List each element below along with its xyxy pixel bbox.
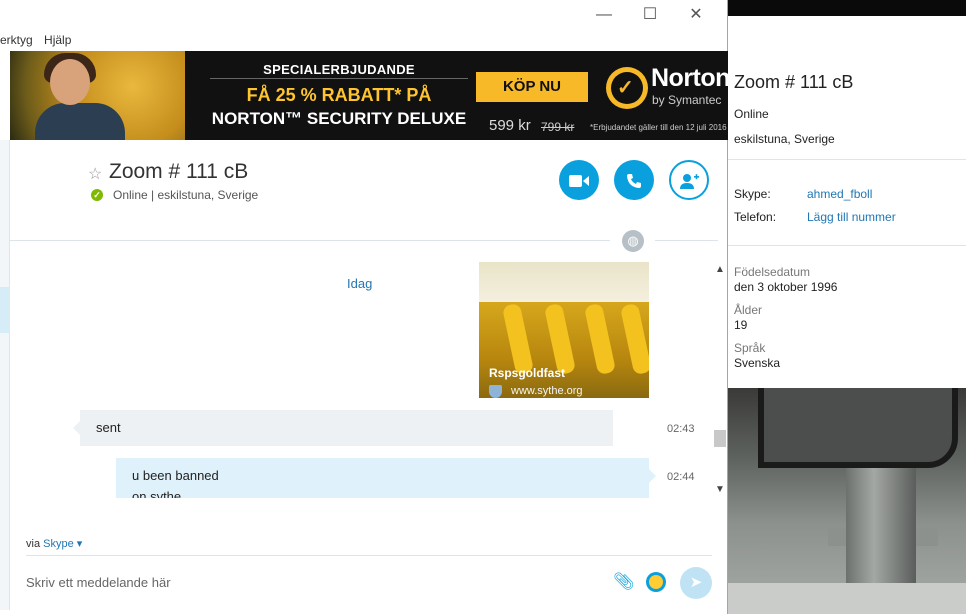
norton-check-icon: ✓	[606, 67, 648, 109]
video-camera-icon	[569, 175, 589, 188]
profile-language-label: Språk	[734, 341, 766, 355]
profile-birthdate-label: Födelsedatum	[734, 265, 811, 279]
ad-buy-button[interactable]: KÖP NU	[476, 72, 588, 102]
message-bubble-incoming[interactable]: sent	[73, 410, 613, 446]
window-controls: — ☐ ✕	[581, 5, 719, 25]
emoticon-icon[interactable]	[646, 572, 666, 592]
scrollbar-thumb[interactable]	[714, 430, 726, 447]
profile-divider	[728, 245, 966, 246]
ad-photo-person	[35, 103, 125, 140]
contact-profile-panel: Zoom # 111 cB Online eskilstuna, Sverige…	[728, 16, 966, 388]
emoticon-face	[649, 575, 663, 589]
audio-call-button[interactable]	[614, 160, 654, 200]
ad-product: NORTON™ SECURITY DELUXE	[211, 109, 467, 128]
video-call-button[interactable]	[559, 160, 599, 200]
via-service[interactable]: Skype	[43, 538, 74, 550]
minimize-button[interactable]: —	[581, 5, 627, 25]
profile-name: Zoom # 111 cB	[734, 72, 854, 92]
profile-age: 19	[734, 318, 748, 332]
profile-skype-label: Skype:	[734, 187, 771, 201]
profile-status: Online	[734, 107, 769, 121]
scroll-down-icon[interactable]: ▼	[715, 484, 725, 495]
message-text: u been banned	[132, 468, 219, 483]
header-divider	[10, 240, 610, 241]
scene-arch	[758, 388, 958, 468]
scroll-up-icon[interactable]: ▲	[715, 264, 725, 275]
background-top	[728, 0, 966, 16]
maximize-button[interactable]: ☐	[627, 5, 673, 25]
menu-item-tools[interactable]: erktyg	[0, 33, 33, 47]
add-phone-number-link[interactable]: Lägg till nummer	[807, 210, 896, 224]
link-preview-image-top	[479, 262, 649, 302]
profile-language: Svenska	[734, 356, 781, 370]
link-preview-card[interactable]: Rspsgoldfast www.sythe.org	[479, 262, 649, 398]
favorite-star-icon[interactable]: ☆	[88, 164, 102, 184]
status-separator: |	[151, 188, 155, 202]
add-person-icon	[680, 174, 699, 190]
profile-phone-label: Telefon:	[734, 210, 777, 224]
day-separator: Idag	[347, 276, 373, 291]
ad-photo	[10, 51, 185, 140]
menu-item-help[interactable]: Hjälp	[44, 33, 71, 47]
profile-birthdate: den 3 oktober 1996	[734, 280, 838, 294]
composer-divider	[26, 555, 712, 556]
selected-contact-highlight[interactable]	[0, 287, 10, 333]
ad-headline: SPECIALERBJUDANDE	[263, 62, 415, 77]
profile-skype-name[interactable]: ahmed_fboll	[807, 187, 872, 201]
attach-file-icon[interactable]: 📎︎	[613, 572, 635, 592]
profile-divider	[728, 159, 966, 160]
via-label: via	[26, 538, 41, 550]
via-selector[interactable]: via Skype ▾	[26, 537, 82, 550]
conversation-header: ☆ Zoom # 111 cB ✓ Online | eskilstuna, S…	[10, 140, 728, 240]
ad-price: 599 kr	[489, 117, 531, 134]
message-timestamp: 02:43	[667, 423, 695, 435]
contact-status: Online	[113, 188, 148, 202]
ad-photo-face	[50, 59, 90, 105]
message-text: on sythe	[132, 489, 182, 498]
ad-banner[interactable]: SPECIALERBJUDANDE FÅ 25 % RABATT* PÅ NOR…	[10, 51, 728, 140]
ad-divider	[210, 78, 468, 79]
contact-list-edge	[0, 140, 10, 610]
message-input[interactable]	[26, 570, 586, 594]
send-button[interactable]: ➤	[680, 567, 712, 599]
message-timestamp: 02:44	[667, 471, 695, 483]
add-people-button[interactable]	[669, 160, 709, 200]
ad-brand-sub: by Symantec	[652, 93, 722, 107]
ad-discount: FÅ 25 % RABATT* PÅ	[246, 85, 432, 105]
message-scrollbar[interactable]: ▲ ▼	[713, 262, 727, 498]
profile-age-label: Ålder	[734, 303, 763, 317]
online-status-icon: ✓	[91, 189, 103, 201]
message-history: Idag Rspsgoldfast www.sythe.org sent 02:…	[10, 252, 713, 498]
ad-brand: Norton	[651, 64, 728, 92]
message-bubble-outgoing[interactable]: u been banned on sythe	[116, 458, 656, 498]
background-scene	[728, 388, 966, 614]
phone-icon	[627, 174, 641, 189]
ad-disclaimer: *Erbjudandet gäller till den 12 juli 201…	[590, 123, 727, 132]
scene-floor	[728, 583, 966, 614]
link-preview-site: www.sythe.org	[511, 385, 583, 397]
message-text: sent	[96, 420, 121, 435]
norton-tick-glyph: ✓	[617, 77, 634, 99]
contact-name[interactable]: Zoom # 111 cB	[109, 160, 248, 184]
profile-location: eskilstuna, Sverige	[734, 132, 835, 146]
chevron-down-icon[interactable]: ▾	[77, 538, 83, 550]
close-button[interactable]: ✕	[673, 5, 719, 25]
menu-bar: erktyg Hjälp	[0, 33, 79, 47]
link-preview-title: Rspsgoldfast	[489, 366, 566, 380]
contact-status-line: Online | eskilstuna, Sverige	[113, 188, 258, 202]
globe-icon[interactable]: ◍	[622, 230, 644, 252]
skype-window: — ☐ ✕ erktyg Hjälp SPECIALERBJUDANDE FÅ …	[0, 0, 728, 614]
ad-old-price: 799 kr	[541, 120, 575, 134]
header-divider	[655, 240, 718, 241]
shield-icon	[489, 385, 502, 398]
contact-location: eskilstuna, Sverige	[157, 188, 259, 202]
